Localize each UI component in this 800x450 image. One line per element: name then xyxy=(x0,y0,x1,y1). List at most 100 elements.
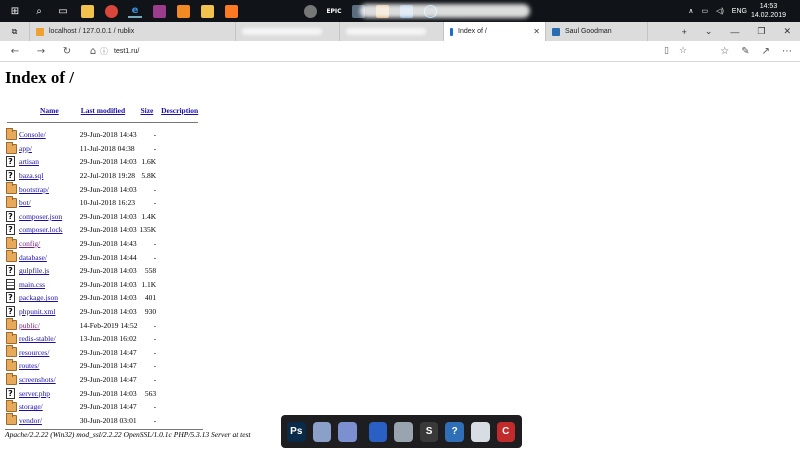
documents-icon[interactable] xyxy=(338,421,357,442)
column-name[interactable]: Name xyxy=(18,104,79,116)
column-modified[interactable]: Last modified xyxy=(79,104,139,116)
sort-modified-link[interactable]: Last modified xyxy=(81,106,125,115)
chrome-icon[interactable] xyxy=(104,4,118,18)
file-link[interactable]: gulpfile.js xyxy=(19,266,49,275)
winrar-icon[interactable] xyxy=(152,4,166,18)
volume-icon[interactable]: ◁) xyxy=(716,7,724,15)
file-link[interactable]: package.json xyxy=(19,293,58,302)
folder-icon xyxy=(6,127,17,140)
file-size: - xyxy=(153,198,157,208)
description xyxy=(159,264,200,278)
file-link[interactable]: app/ xyxy=(19,144,32,153)
sort-size-link[interactable]: Size xyxy=(140,106,153,115)
tab-index-of[interactable]: Index of / ✕ xyxy=(444,22,546,41)
share-icon[interactable]: ↗ xyxy=(762,46,770,57)
file-link[interactable]: config/ xyxy=(19,239,40,248)
window-close-icon[interactable]: ✕ xyxy=(783,26,791,37)
reading-view-icon[interactable]: ▯ xyxy=(664,46,669,56)
more-icon[interactable]: ⋯ xyxy=(782,46,792,57)
description xyxy=(159,305,200,319)
sort-name-link[interactable]: Name xyxy=(40,106,59,115)
file-link[interactable]: routes/ xyxy=(19,361,39,370)
tab-preview-icon[interactable]: ⧉ xyxy=(12,27,18,37)
modified-date: 10-Jul-2018 16:23 xyxy=(79,198,135,208)
tab-actions[interactable]: ⧉ xyxy=(0,22,30,41)
close-icon[interactable]: ✕ xyxy=(533,27,540,36)
photoshop-icon[interactable]: Ps xyxy=(287,421,306,442)
description xyxy=(159,386,200,400)
minimize-icon[interactable]: — xyxy=(730,27,739,37)
sort-description-link[interactable]: Description xyxy=(161,106,198,115)
task-view-icon[interactable]: ▭ xyxy=(56,4,70,18)
url-field[interactable]: ⓘ test1.ru/ xyxy=(100,44,700,59)
page-title: Index of / xyxy=(5,68,74,87)
xampp-icon[interactable] xyxy=(224,4,238,18)
search-icon[interactable]: ⌕ xyxy=(32,4,46,18)
ccleaner-icon[interactable]: C xyxy=(496,421,516,442)
refresh-icon[interactable]: ↻ xyxy=(60,46,74,57)
folder-icon[interactable] xyxy=(312,421,332,442)
file-size: 1.1K xyxy=(141,279,157,289)
loading-icon xyxy=(450,27,453,36)
chevron-down-icon[interactable]: ⌄ xyxy=(705,26,713,37)
unknown-file-icon: ? xyxy=(6,387,15,399)
file-link[interactable]: server.php xyxy=(19,389,50,398)
file-size: - xyxy=(153,184,157,194)
file-link[interactable]: bootstrap/ xyxy=(19,185,49,194)
file-link[interactable]: public/ xyxy=(19,321,40,330)
column-description[interactable]: Description xyxy=(159,104,200,116)
sublime-icon[interactable]: S xyxy=(419,421,439,442)
file-link[interactable]: main.css xyxy=(19,280,45,289)
file-link[interactable]: redis-stable/ xyxy=(19,334,56,343)
trash-icon[interactable] xyxy=(470,421,490,442)
forward-icon[interactable]: → xyxy=(34,46,48,57)
sublime-icon[interactable] xyxy=(176,4,190,18)
windows-icon[interactable]: ⊞ xyxy=(8,4,22,18)
back-icon[interactable]: ← xyxy=(8,46,22,57)
tab-label: localhost / 127.0.0.1 / rublix xyxy=(49,28,135,35)
description xyxy=(159,332,200,346)
table-row: ? baza.sql 22-Jul-2018 19:28 5.8K xyxy=(5,169,200,183)
globe-icon[interactable] xyxy=(394,421,413,442)
file-link[interactable]: storage/ xyxy=(19,402,43,411)
file-explorer-icon[interactable] xyxy=(80,4,94,18)
table-row: ? server.php 29-Jun-2018 14:03 563 xyxy=(5,386,200,400)
description xyxy=(159,142,200,156)
network-icon[interactable]: ▭ xyxy=(701,7,708,15)
restore-icon[interactable]: ❐ xyxy=(757,26,765,37)
tab-label: Saul Goodman xyxy=(565,28,612,35)
help-icon[interactable]: ? xyxy=(445,421,464,442)
info-icon[interactable]: ⓘ xyxy=(100,46,108,57)
file-link[interactable]: database/ xyxy=(19,253,47,262)
favorite-star-icon[interactable]: ☆ xyxy=(679,46,687,56)
epic-icon[interactable]: EPIC xyxy=(326,4,341,18)
home-icon[interactable]: ⌂ xyxy=(86,46,100,57)
table-row: redis-stable/13-Jun-2018 16:02 - xyxy=(5,331,200,346)
file-link[interactable]: composer.json xyxy=(19,212,62,221)
edge-icon[interactable]: e xyxy=(128,4,142,18)
file-link[interactable]: phpunit.xml xyxy=(19,307,55,316)
file-link[interactable]: vendor/ xyxy=(19,416,42,425)
tab-redacted-2[interactable] xyxy=(340,22,444,41)
favorites-icon[interactable]: ☆ xyxy=(720,46,729,57)
column-size[interactable]: Size xyxy=(138,104,159,116)
file-link[interactable]: artisan xyxy=(19,157,39,166)
file-link[interactable]: Console/ xyxy=(19,130,46,139)
tab-saul-goodman[interactable]: Saul Goodman xyxy=(546,22,648,41)
chevron-up-icon[interactable]: ∧ xyxy=(688,7,693,15)
app-store-icon[interactable] xyxy=(368,421,388,442)
clock[interactable]: 14:53 14.02.2019 xyxy=(751,2,786,20)
file-link[interactable]: composer.lock xyxy=(19,225,63,234)
language-indicator[interactable]: ENG xyxy=(732,8,747,15)
pen-icon[interactable]: ✎ xyxy=(741,46,749,57)
folder-icon[interactable] xyxy=(200,4,214,18)
tab-localhost[interactable]: localhost / 127.0.0.1 / rublix xyxy=(30,22,236,41)
game-icon[interactable] xyxy=(303,4,317,18)
file-link[interactable]: resources/ xyxy=(19,348,49,357)
new-tab-icon[interactable]: + xyxy=(682,27,687,37)
file-link[interactable]: baza.sql xyxy=(19,171,43,180)
file-link[interactable]: screenshots/ xyxy=(19,375,56,384)
tab-redacted-1[interactable] xyxy=(236,22,340,41)
modified-date: 29-Jun-2018 14:03 xyxy=(79,279,137,289)
file-link[interactable]: bot/ xyxy=(19,198,31,207)
